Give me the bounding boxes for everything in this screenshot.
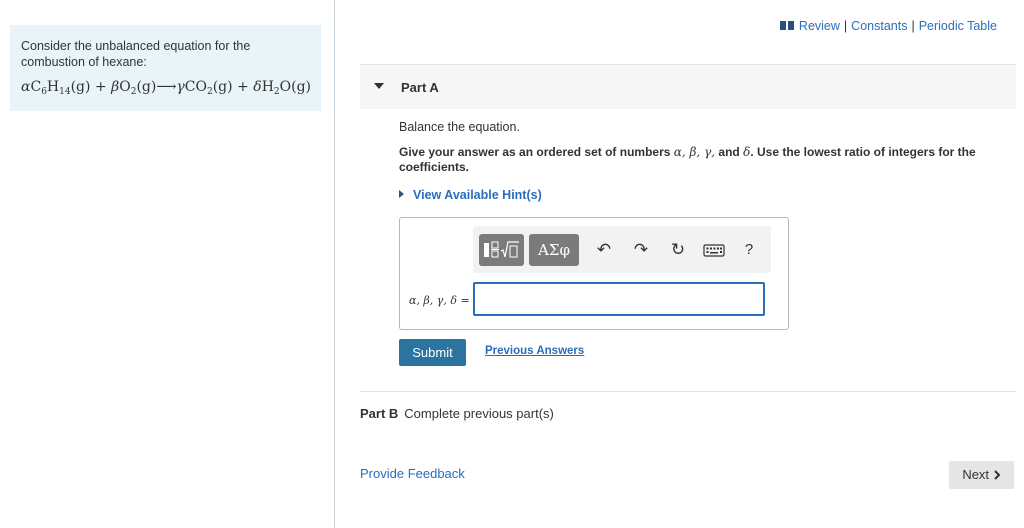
answer-input[interactable] (473, 282, 765, 316)
keyboard-icon[interactable] (703, 242, 725, 258)
undo-icon[interactable]: ↶ (593, 239, 615, 261)
answer-box: ΑΣφ ↶ ↷ ↻ ? α, β, γ, δ = (399, 217, 789, 330)
help-icon[interactable]: ? (738, 239, 760, 261)
part-b-row: Part B Complete previous part(s) (360, 406, 554, 421)
book-icon (779, 21, 794, 30)
part-b-status: Complete previous part(s) (404, 406, 554, 421)
problem-intro-text: Consider the unbalanced equation for the… (21, 39, 251, 69)
next-button[interactable]: Next (949, 461, 1014, 489)
instruction-text: Balance the equation. (399, 120, 520, 134)
submit-button[interactable]: Submit (399, 339, 466, 366)
answer-directions: Give your answer as an ordered set of nu… (399, 145, 976, 174)
templates-icon (483, 241, 519, 258)
divider (360, 391, 1016, 392)
provide-feedback-link[interactable]: Provide Feedback (360, 466, 465, 481)
problem-intro-box: Consider the unbalanced equation for the… (10, 25, 321, 111)
part-b-label: Part B (360, 406, 399, 421)
collapse-caret-icon (374, 83, 384, 89)
periodic-table-link[interactable]: Periodic Table (919, 19, 997, 33)
link-separator: | (911, 19, 915, 33)
chemical-equation: αC6H14(g) + βO2(g)⟶γCO2(g) + δH2O(g) (21, 79, 312, 97)
math-toolbar: ΑΣφ ↶ ↷ ↻ ? (473, 226, 771, 273)
greek-symbols-button[interactable]: ΑΣφ (529, 234, 579, 266)
part-a-title: Part A (401, 80, 439, 95)
link-separator: | (843, 19, 848, 33)
chevron-right-icon (993, 470, 1001, 480)
redo-icon[interactable]: ↷ (630, 239, 652, 261)
constants-link[interactable]: Constants (851, 19, 907, 33)
resource-links: Review | Constants | Periodic Table (779, 19, 997, 33)
review-link[interactable]: Review (799, 19, 840, 33)
answer-variable-label: α, β, γ, δ = (409, 294, 470, 307)
view-hints-toggle[interactable]: View Available Hint(s) (399, 188, 542, 202)
reset-icon[interactable]: ↻ (667, 239, 689, 261)
next-label: Next (962, 467, 990, 482)
expand-caret-icon (399, 190, 404, 198)
part-a-header[interactable]: Part A (360, 65, 1016, 109)
templates-button[interactable] (479, 234, 524, 266)
left-panel: Consider the unbalanced equation for the… (0, 0, 335, 528)
view-hints-label: View Available Hint(s) (413, 188, 542, 202)
previous-answers-link[interactable]: Previous Answers (485, 345, 584, 357)
